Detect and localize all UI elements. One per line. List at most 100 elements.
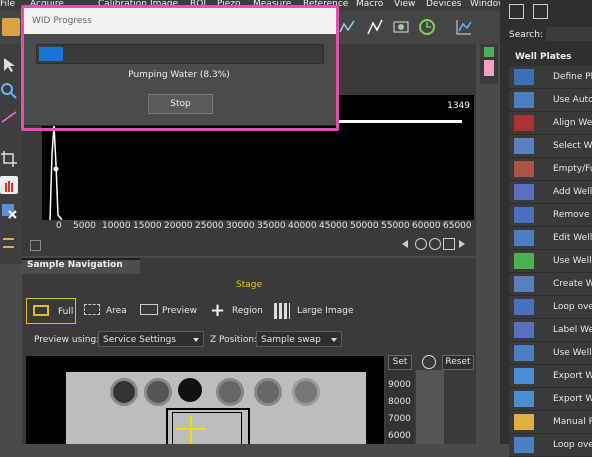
preview-using-select[interactable]: Service Settings (98, 331, 204, 347)
well-plates-item[interactable]: Export W (509, 365, 592, 388)
x-tick: 45000 (319, 221, 348, 231)
z-position-select[interactable]: Sample swap (256, 331, 342, 347)
z-scale: 9000 8000 7000 6000 (386, 370, 414, 444)
scroll-left-button[interactable] (30, 240, 41, 251)
well-plates-item[interactable]: Use Well (509, 342, 592, 365)
marker-icon[interactable] (484, 60, 494, 76)
loop-icon (514, 299, 534, 315)
full-button[interactable]: Full (26, 298, 76, 324)
edit-well-icon (514, 230, 534, 246)
line-tool-icon[interactable] (0, 108, 18, 126)
well-plates-item-label: Empty/Fu (553, 164, 592, 174)
region-button[interactable]: + Region (206, 298, 266, 324)
hand-tool-icon[interactable] (0, 176, 18, 194)
well-plates-item-label: Export W (553, 394, 592, 404)
z-slider-track[interactable] (416, 370, 444, 444)
well-plates-item[interactable]: Align Wel (509, 112, 592, 135)
zoom-icon[interactable] (0, 82, 18, 100)
z-tick: 7000 (388, 414, 411, 424)
well-plates-item-label: Select We (553, 141, 592, 151)
export-well-icon (514, 368, 534, 384)
x-tick: 10000 (102, 221, 131, 231)
zoom-in-icon[interactable] (429, 238, 441, 250)
chevron-down-icon (193, 338, 199, 342)
area-icon (84, 304, 100, 315)
well-plates-item[interactable]: Export W (509, 388, 592, 411)
clock-icon[interactable] (418, 18, 436, 36)
play-icon[interactable] (484, 47, 494, 57)
preview-button[interactable]: Preview (138, 298, 198, 324)
stage-label: Stage (236, 280, 263, 290)
menu-devices[interactable]: Devices (426, 0, 461, 9)
well-plates-item-label: Label We (553, 325, 592, 335)
well-plates-item[interactable]: Add Well (509, 181, 592, 204)
stage-view[interactable] (26, 356, 384, 444)
loop-icon-2 (514, 437, 534, 453)
panel-view-icon-1[interactable] (509, 4, 524, 19)
well-plates-item[interactable]: Create W (509, 273, 592, 296)
add-well-icon (514, 184, 534, 200)
x-tick: 50000 (350, 221, 379, 231)
area-button[interactable]: Area (82, 298, 132, 324)
search-input[interactable] (546, 27, 592, 41)
well-plates-item-label: Export W (553, 371, 592, 381)
menu-macro[interactable]: Macro (356, 0, 383, 9)
highlight-frame (21, 5, 339, 131)
reset-button[interactable]: Reset (442, 355, 474, 370)
well-plates-item[interactable]: Use Autoc (509, 89, 592, 112)
arrows-icon[interactable] (0, 234, 18, 252)
zoom-icon[interactable] (422, 355, 436, 369)
tool-b-icon[interactable] (366, 18, 384, 36)
well-plates-title: Well Plates (515, 52, 572, 62)
well-plates-item[interactable]: Loop over (509, 434, 592, 457)
menu-view[interactable]: View (394, 0, 415, 9)
crosshair-v (190, 416, 192, 444)
panel-view-icon-2[interactable] (533, 4, 548, 19)
x-tick: 65000 (443, 221, 472, 231)
chart-tool-icon[interactable] (455, 18, 473, 36)
left-tool-column (0, 44, 22, 264)
menu-file[interactable]: File (0, 0, 15, 9)
well-plates-item[interactable]: Select We (509, 135, 592, 158)
well-plates-item-label: Use Well (553, 256, 592, 266)
large-image-button[interactable]: Large Image (272, 298, 362, 324)
well-plates-item[interactable]: Loop over (509, 296, 592, 319)
well (216, 378, 244, 406)
remove-well-icon (514, 207, 534, 223)
well-plates-item[interactable]: Label We (509, 319, 592, 342)
x-tick: 25000 (195, 221, 224, 231)
crop-icon[interactable] (0, 150, 18, 168)
well-plates-header[interactable]: Well Plates (509, 50, 592, 65)
region-button-label: Region (232, 306, 263, 316)
side-strip (480, 44, 498, 84)
well-plates-item[interactable]: Use Well (509, 250, 592, 273)
well-plates-item[interactable]: Remove W (509, 204, 592, 227)
preview-using-value: Service Settings (103, 335, 177, 345)
tool-a-icon[interactable] (338, 18, 356, 36)
scroll-right-arrow-icon[interactable] (459, 240, 465, 248)
histogram-max-label: 1349 (447, 101, 470, 111)
scroll-left-arrow-icon[interactable] (402, 240, 408, 248)
delete-roi-icon[interactable] (0, 202, 18, 220)
label-wells-icon (514, 322, 534, 338)
zoom-out-icon[interactable] (415, 238, 427, 250)
well-plates-item[interactable]: Manual P (509, 411, 592, 434)
plus-icon: + (210, 300, 226, 321)
preview-button-label: Preview (162, 306, 198, 316)
well-plates-item[interactable]: Edit Well (509, 227, 592, 250)
well-plates-item-label: Edit Well (553, 233, 592, 243)
open-folder-icon[interactable] (2, 18, 20, 36)
select-wells-icon (514, 138, 534, 154)
preview-icon (140, 304, 158, 315)
full-icon (33, 305, 49, 316)
x-tick: 30000 (226, 221, 255, 231)
set-button[interactable]: Set (388, 355, 412, 370)
well-plates-item[interactable]: Define Pla (509, 66, 592, 89)
tool-c-icon[interactable] (392, 18, 410, 36)
fit-icon[interactable] (443, 238, 455, 250)
tab-sample-navigation[interactable]: Sample Navigation (22, 258, 140, 274)
pointer-icon[interactable] (0, 56, 18, 74)
well (178, 378, 202, 402)
well-plates-item[interactable]: Empty/Fu (509, 158, 592, 181)
empty-fill-icon (514, 161, 534, 177)
